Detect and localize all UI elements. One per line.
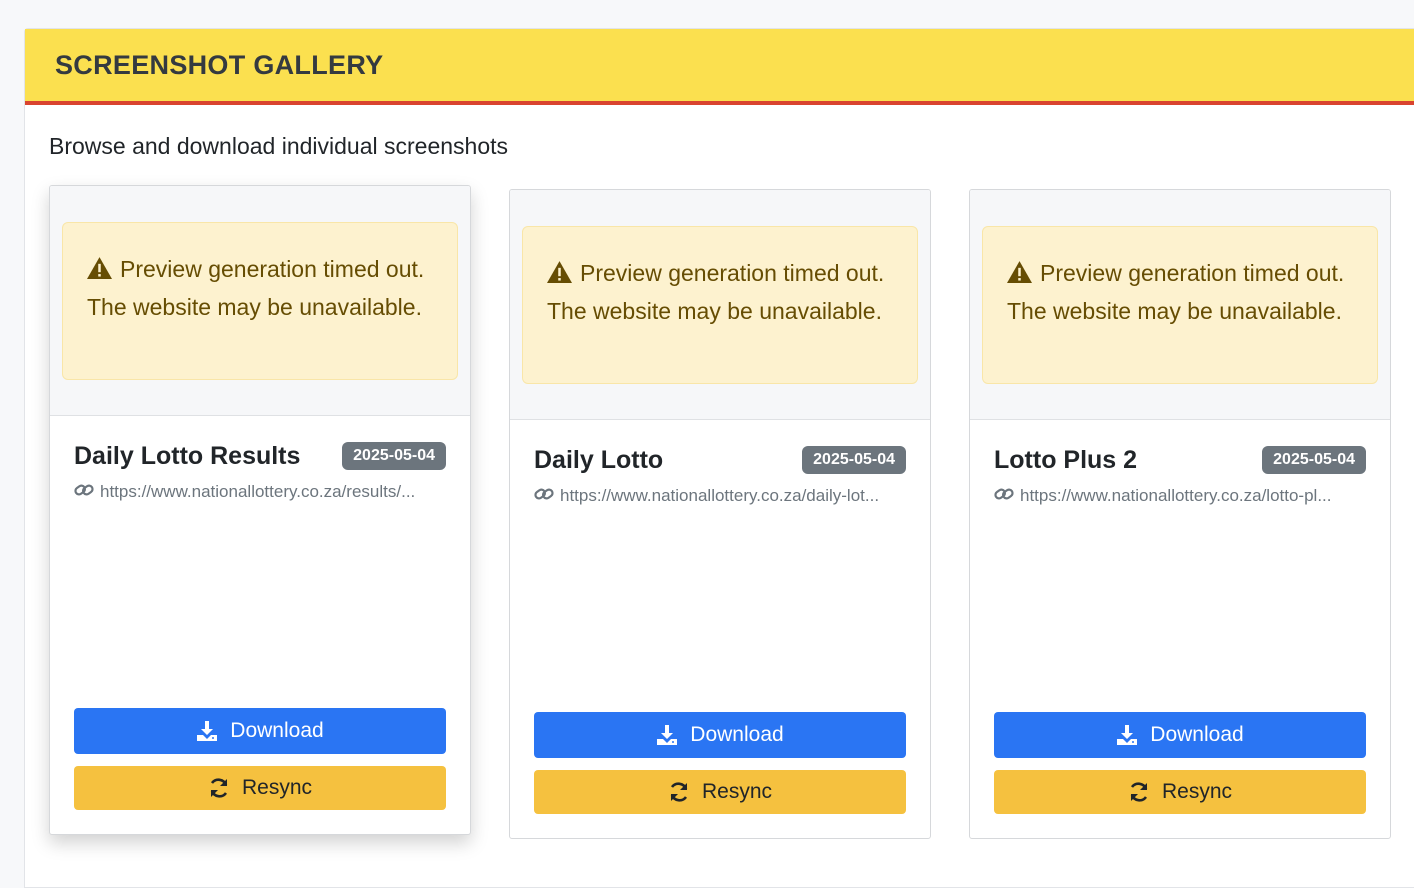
resync-label: Resync — [1161, 780, 1233, 803]
screenshot-card[interactable]: Preview generation timed out. The websit… — [509, 189, 931, 839]
resync-label: Resync — [241, 776, 313, 799]
gallery-header: SCREENSHOT GALLERY — [25, 29, 1414, 105]
warning-text: Preview generation timed out. The websit… — [1007, 260, 1345, 324]
warning-text: Preview generation timed out. The websit… — [87, 256, 425, 320]
card-url[interactable]: https://www.nationallottery.co.za/lotto-… — [1020, 486, 1332, 506]
preview-timeout-alert: Preview generation timed out. The websit… — [62, 222, 458, 380]
card-title: Daily Lotto — [534, 445, 664, 474]
card-body: Daily Lotto 2025-05-04 https://www.natio… — [510, 420, 930, 838]
preview-timeout-alert: Preview generation timed out. The websit… — [522, 226, 918, 384]
card-body: Lotto Plus 2 2025-05-04 https://www.nati… — [970, 420, 1390, 838]
download-icon — [1117, 725, 1138, 745]
date-badge: 2025-05-04 — [342, 442, 446, 470]
sync-icon — [210, 778, 228, 798]
warning-triangle-icon — [87, 253, 112, 289]
download-icon — [197, 721, 218, 741]
download-label: Download — [690, 723, 784, 746]
screenshot-card[interactable]: Preview generation timed out. The websit… — [49, 185, 471, 835]
url-row[interactable]: https://www.nationallottery.co.za/lotto-… — [994, 486, 1366, 506]
download-label: Download — [1150, 723, 1244, 746]
card-url[interactable]: https://www.nationallottery.co.za/daily-… — [560, 486, 879, 506]
link-icon — [74, 482, 94, 502]
download-icon — [657, 725, 678, 745]
resync-button[interactable]: Resync — [994, 770, 1366, 814]
resync-label: Resync — [701, 780, 773, 803]
gallery-subtitle: Browse and download individual screensho… — [49, 133, 509, 159]
preview-area: Preview generation timed out. The websit… — [50, 186, 470, 416]
url-row[interactable]: https://www.nationallottery.co.za/result… — [74, 482, 446, 502]
link-icon — [994, 486, 1014, 506]
date-badge: 2025-05-04 — [1262, 446, 1366, 474]
card-title: Daily Lotto Results — [74, 441, 301, 470]
screenshot-card[interactable]: Preview generation timed out. The websit… — [969, 189, 1391, 839]
sync-icon — [670, 782, 688, 802]
preview-timeout-alert: Preview generation timed out. The websit… — [982, 226, 1378, 384]
resync-button[interactable]: Resync — [74, 766, 446, 810]
preview-area: Preview generation timed out. The websit… — [510, 190, 930, 420]
url-row[interactable]: https://www.nationallottery.co.za/daily-… — [534, 486, 906, 506]
download-label: Download — [230, 719, 324, 742]
card-title: Lotto Plus 2 — [994, 445, 1138, 474]
download-button[interactable]: Download — [994, 712, 1366, 758]
preview-area: Preview generation timed out. The websit… — [970, 190, 1390, 420]
date-badge: 2025-05-04 — [802, 446, 906, 474]
card-url[interactable]: https://www.nationallottery.co.za/result… — [100, 482, 415, 502]
sync-icon — [1130, 782, 1148, 802]
resync-button[interactable]: Resync — [534, 770, 906, 814]
link-icon — [534, 486, 554, 506]
warning-text: Preview generation timed out. The websit… — [547, 260, 885, 324]
screenshot-gallery-panel: SCREENSHOT GALLERY Browse and download i… — [24, 28, 1414, 888]
card-body: Daily Lotto Results 2025-05-04 https://w… — [50, 416, 470, 834]
gallery-title: SCREENSHOT GALLERY — [55, 49, 384, 80]
warning-triangle-icon — [1007, 257, 1032, 293]
warning-triangle-icon — [547, 257, 572, 293]
download-button[interactable]: Download — [74, 708, 446, 754]
download-button[interactable]: Download — [534, 712, 906, 758]
